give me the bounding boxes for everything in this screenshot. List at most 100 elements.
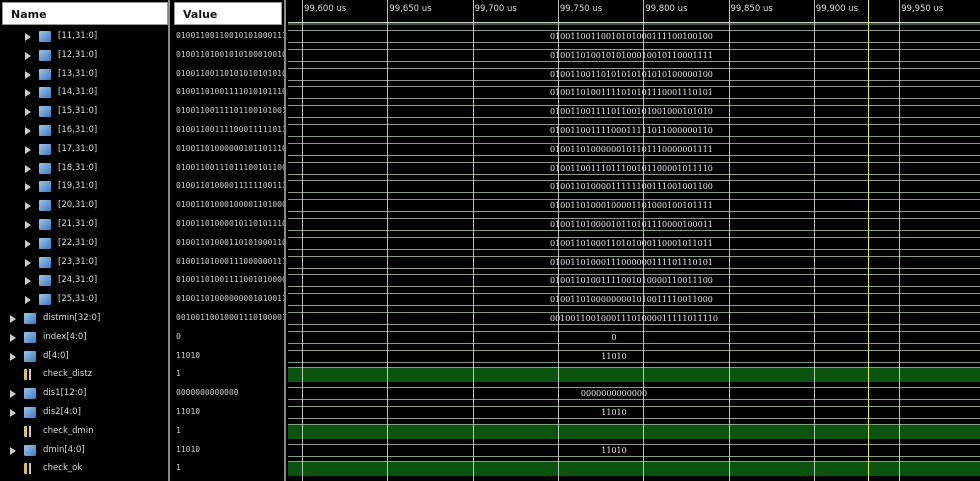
expand-arrow-icon[interactable] <box>10 409 16 417</box>
signal-row[interactable]: [15,31:0] <box>0 102 168 121</box>
waveform-row[interactable]: 01001101000111000000111101110101 <box>288 253 980 272</box>
signal-row[interactable]: [13,31:0] <box>0 65 168 84</box>
expand-arrow-icon[interactable] <box>10 446 16 455</box>
expand-arrow-icon[interactable] <box>25 296 31 305</box>
signal-row[interactable]: [19,31:0] <box>0 177 168 196</box>
bus-waveform[interactable]: 01001100111101100101001000101010 <box>288 105 980 119</box>
bus-waveform[interactable]: 01001101000000001010011110011000 <box>288 293 980 307</box>
bus-waveform[interactable]: 01001100111011100101100001011110 <box>288 161 980 175</box>
waveform-row[interactable]: 01001101001111010101110001110101 <box>288 83 980 102</box>
waveform-row[interactable]: 01001101000000001010011110011000 <box>288 290 980 309</box>
waveform-row[interactable] <box>288 422 980 441</box>
signal-row[interactable]: [11,31:0] <box>0 27 168 46</box>
signal-row[interactable]: d[4:0] <box>0 347 168 366</box>
expand-arrow-icon[interactable] <box>25 145 31 154</box>
waveform-row[interactable]: 01001100111100011111011000000110 <box>288 121 980 140</box>
signal-row[interactable]: index[4:0] <box>0 328 168 347</box>
signal-value: 01001101001111001010000110011100 <box>176 275 284 285</box>
signal-row[interactable]: check_dmin <box>0 422 168 441</box>
signal-row[interactable]: check_distz <box>0 365 168 384</box>
expand-arrow-icon[interactable] <box>10 315 16 323</box>
waveform-pane[interactable]: 99,600 us 99,650 us 99,700 us 99,750 us 99,8… <box>288 0 980 481</box>
expand-arrow-icon[interactable] <box>10 352 16 361</box>
logic-high-waveform[interactable] <box>288 461 980 477</box>
bus-waveform[interactable]: 01001101000011111100111001001100 <box>288 180 980 194</box>
bus-waveform[interactable]: 01001100110010101000111100100100 <box>288 30 980 43</box>
signal-row[interactable]: [25,31:0] <box>0 290 168 309</box>
expand-arrow-icon[interactable] <box>25 51 31 60</box>
waveform-row[interactable]: 001001100100011101000011111011110 <box>288 309 980 328</box>
signal-row[interactable]: [23,31:0] <box>0 253 168 272</box>
bus-waveform[interactable]: 0 <box>288 330 980 344</box>
waveform-row[interactable]: 01001100110101010101010100000100 <box>288 65 980 84</box>
time-cursor[interactable] <box>868 0 869 481</box>
expand-arrow-icon[interactable] <box>25 89 31 98</box>
expand-arrow-icon[interactable] <box>25 108 31 117</box>
signal-row[interactable]: dis1[12:0] <box>0 384 168 403</box>
expand-arrow-icon[interactable] <box>25 33 31 41</box>
signal-row[interactable]: dmin[4:0] <box>0 441 168 460</box>
bus-waveform[interactable]: 01001101000110101000110001011011 <box>288 236 980 250</box>
signal-row[interactable]: [21,31:0] <box>0 215 168 234</box>
expand-arrow-icon[interactable] <box>25 239 31 248</box>
waveform-row[interactable]: 11010 <box>288 347 980 366</box>
bus-waveform[interactable]: 01001101000100001101000100101111 <box>288 199 980 213</box>
waveform-row[interactable] <box>288 365 980 384</box>
expand-arrow-icon[interactable] <box>10 333 16 342</box>
bus-waveform[interactable]: 01001100110101010101010100000100 <box>288 67 980 81</box>
signal-row[interactable]: [16,31:0] <box>0 121 168 140</box>
expand-arrow-icon[interactable] <box>10 390 16 399</box>
value-column-header[interactable]: Value <box>174 2 282 25</box>
waveform-row[interactable]: 01001100111011100101100001011110 <box>288 159 980 178</box>
expand-arrow-icon[interactable] <box>25 70 31 79</box>
bus-waveform[interactable]: 11010 <box>288 443 980 457</box>
waveform-row[interactable]: 01001100110010101000111100100100 <box>288 27 980 46</box>
bus-waveform[interactable]: 11010 <box>288 349 980 363</box>
waveform-row[interactable]: 01001100111101100101001000101010 <box>288 102 980 121</box>
signal-row[interactable]: [24,31:0] <box>0 271 168 290</box>
waveform-row[interactable]: 01001101000000101101110000001111 <box>288 140 980 159</box>
time-ruler[interactable] <box>288 22 980 25</box>
signal-row[interactable]: [22,31:0] <box>0 234 168 253</box>
signal-row[interactable]: [17,31:0] <box>0 140 168 159</box>
bus-waveform[interactable]: 01001100111100011111011000000110 <box>288 124 980 137</box>
waveform-row[interactable]: 11010 <box>288 441 980 460</box>
waveform-row[interactable]: 11010 <box>288 403 980 422</box>
signal-row[interactable]: [14,31:0] <box>0 83 168 102</box>
signal-row[interactable]: [12,31:0] <box>0 46 168 65</box>
expand-arrow-icon[interactable] <box>25 202 31 211</box>
bus-waveform[interactable]: 0000000000000 <box>288 387 980 401</box>
waveform-row[interactable]: 01001101001010100010010110001111 <box>288 46 980 65</box>
expand-arrow-icon[interactable] <box>25 164 31 173</box>
bus-waveform[interactable]: 01001101001111010101110001110101 <box>288 86 980 100</box>
logic-high-waveform[interactable] <box>288 367 980 383</box>
waveform-row[interactable]: 01001101000110101000110001011011 <box>288 234 980 253</box>
bus-waveform[interactable]: 01001101000010110101110000100011 <box>288 218 980 231</box>
signal-row[interactable]: [18,31:0] <box>0 159 168 178</box>
expand-arrow-icon[interactable] <box>25 258 31 267</box>
bus-waveform[interactable]: 01001101001111001010000110011100 <box>288 274 980 288</box>
waveform-row[interactable]: 0000000000000 <box>288 384 980 403</box>
waveform-row[interactable]: 01001101001111001010000110011100 <box>288 271 980 290</box>
bus-waveform[interactable]: 01001101001010100010010110001111 <box>288 48 980 62</box>
waveform-row[interactable] <box>288 459 980 478</box>
waveform-row[interactable]: 01001101000011111100111001001100 <box>288 177 980 196</box>
name-column-header[interactable]: Name <box>2 2 168 25</box>
waveform-row[interactable]: 01001101000010110101110000100011 <box>288 215 980 234</box>
expand-arrow-icon[interactable] <box>25 221 31 229</box>
bus-waveform[interactable]: 01001101000111000000111101110101 <box>288 255 980 269</box>
bus-waveform[interactable]: 001001100100011101000011111011110 <box>288 312 980 325</box>
logic-high-waveform[interactable] <box>288 423 980 439</box>
waveform-row[interactable]: 01001101000100001101000100101111 <box>288 196 980 215</box>
bus-waveform[interactable]: 01001101000000101101110000001111 <box>288 142 980 156</box>
bus-signal-icon <box>39 237 51 249</box>
expand-arrow-icon[interactable] <box>25 277 31 286</box>
bus-waveform[interactable]: 11010 <box>288 406 980 419</box>
signal-row[interactable]: check_ok <box>0 459 168 478</box>
signal-row[interactable]: dis2[4:0] <box>0 403 168 422</box>
signal-row[interactable]: [20,31:0] <box>0 196 168 215</box>
waveform-row[interactable]: 0 <box>288 328 980 347</box>
expand-arrow-icon[interactable] <box>25 183 31 192</box>
expand-arrow-icon[interactable] <box>25 127 31 135</box>
signal-row[interactable]: distmin[32:0] <box>0 309 168 328</box>
